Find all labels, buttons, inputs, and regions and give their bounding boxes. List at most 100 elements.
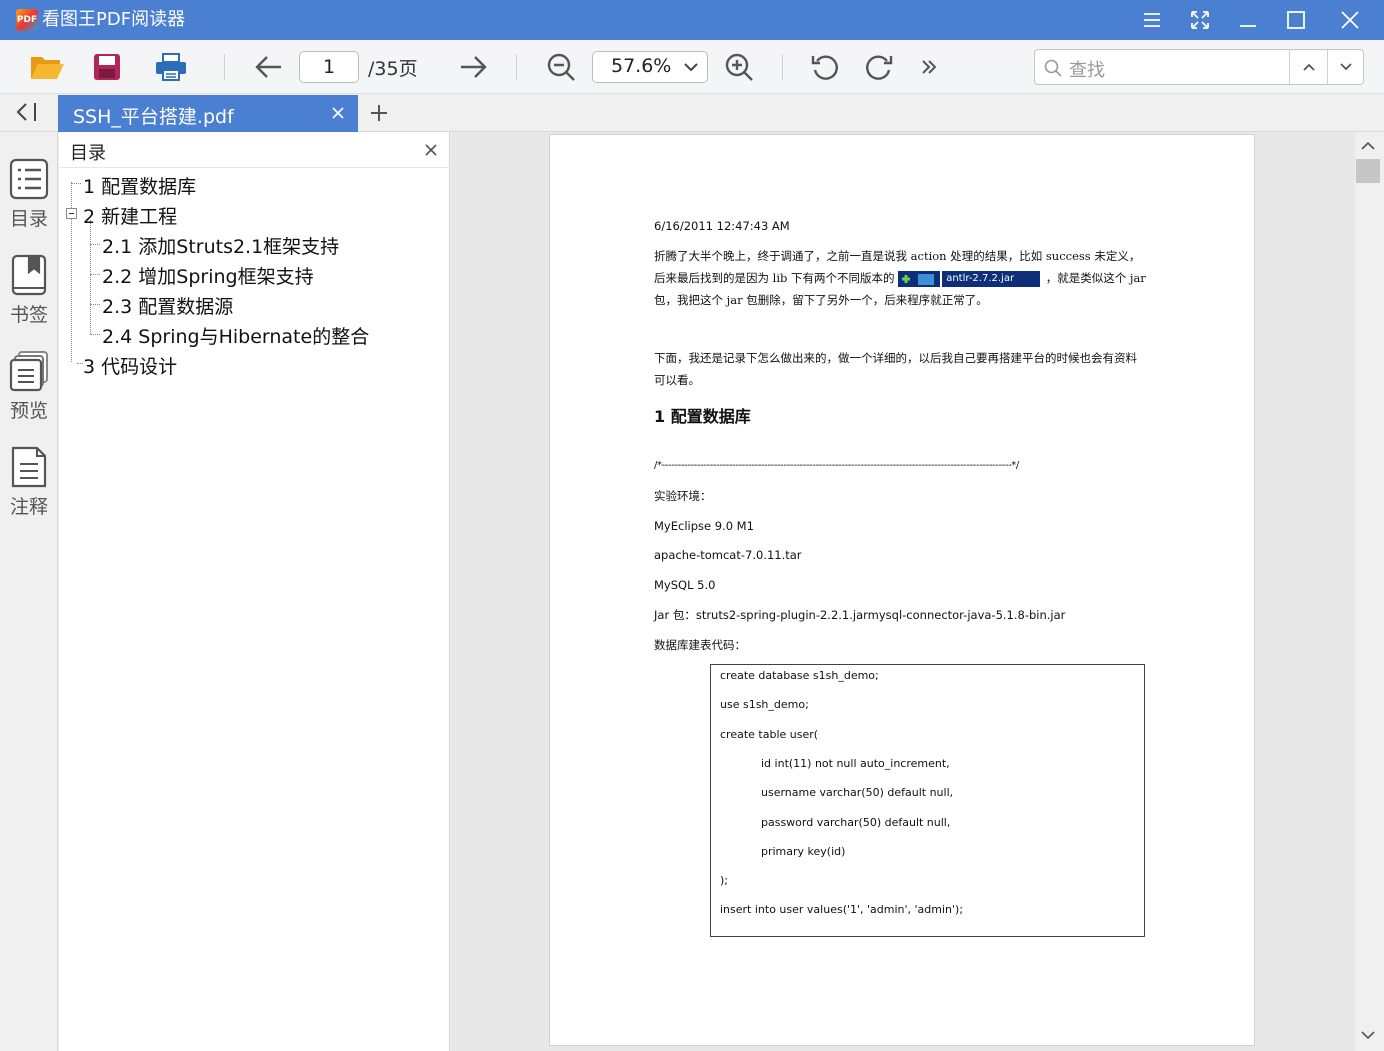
zoom-select[interactable]: 57.6% xyxy=(592,51,708,83)
toc-panel: 目录 1 配置数据库 2 新建工程 2.1 添加Struts2.1框架支持 2.… xyxy=(59,132,450,1051)
code-line: create table user( xyxy=(720,728,819,741)
close-icon xyxy=(1341,11,1359,29)
zoom-in-button[interactable] xyxy=(722,50,756,84)
preview-icon xyxy=(9,351,48,392)
fullscreen-button[interactable] xyxy=(1176,0,1224,40)
toc-item[interactable]: 2.4 Spring与Hibernate的整合 xyxy=(102,322,369,349)
search-field[interactable]: 查找 xyxy=(1034,49,1364,85)
sidebar-rail: 目录 书签 预览 注释 xyxy=(0,132,58,1051)
minimize-button[interactable] xyxy=(1224,0,1272,40)
zoom-in-icon xyxy=(725,53,753,81)
sidebar-item-label: 预览 xyxy=(9,400,48,422)
scrollbar-thumb[interactable] xyxy=(1356,159,1380,183)
code-line: create database s1sh_demo; xyxy=(720,669,879,682)
search-previous-button[interactable] xyxy=(1290,50,1327,84)
toc-item[interactable]: 2.3 配置数据源 xyxy=(102,292,233,319)
open-file-button[interactable] xyxy=(28,50,66,84)
code-line: username varchar(50) default null, xyxy=(761,786,954,799)
document-timestamp: 6/16/2011 12:47:43 AM xyxy=(654,219,790,233)
save-icon xyxy=(94,54,120,80)
code-line: primary key(id) xyxy=(761,845,846,858)
toc-item[interactable]: 3 代码设计 xyxy=(83,352,177,379)
app-title: 看图王PDF阅读器 xyxy=(42,9,186,30)
chevron-up-icon xyxy=(1302,63,1315,71)
zoom-out-icon xyxy=(547,53,575,81)
arrow-left-icon xyxy=(255,56,281,78)
sidebar-item-preview[interactable]: 预览 xyxy=(0,350,58,430)
tree-line xyxy=(90,244,100,245)
env-label: 实验环境： xyxy=(654,489,712,503)
more-tools-button[interactable] xyxy=(916,50,942,84)
jar-file-icon xyxy=(898,271,941,287)
section-heading: 1 配置数据库 xyxy=(654,407,751,426)
code-line: insert into user values('1', 'admin', 'a… xyxy=(720,903,964,916)
menu-button[interactable] xyxy=(1128,0,1176,40)
tree-line xyxy=(90,220,91,334)
close-window-button[interactable] xyxy=(1326,0,1374,40)
tab-bar: SSH_平台搭建.pdf xyxy=(0,95,1384,132)
print-button[interactable] xyxy=(152,50,190,84)
toc-item[interactable]: 2 新建工程 xyxy=(83,202,177,229)
code-line: use s1sh_demo; xyxy=(720,698,809,711)
vertical-scrollbar[interactable] xyxy=(1355,132,1384,1051)
code-line: ); xyxy=(720,874,728,887)
document-viewer[interactable]: 6/16/2011 12:47:43 AM 折腾了大半个晚上，终于调通了，之前一… xyxy=(451,132,1355,1051)
maximize-button[interactable] xyxy=(1272,0,1320,40)
code-block: create database s1sh_demo; use s1sh_demo… xyxy=(710,664,1145,937)
pdf-page: 6/16/2011 12:47:43 AM 折腾了大半个晚上，终于调通了，之前一… xyxy=(549,134,1255,1046)
rotate-left-icon xyxy=(811,55,838,80)
tab-label: SSH_平台搭建.pdf xyxy=(73,106,234,128)
chevron-down-icon xyxy=(684,63,698,72)
document-paragraph: 折腾了大半个晚上，终于调通了，之前一直是说我 action 处理的结果，比如 s… xyxy=(654,245,1148,311)
maximize-icon xyxy=(1287,11,1305,29)
toc-icon xyxy=(9,158,49,200)
sidebar-item-label: 目录 xyxy=(9,208,48,230)
code-label: 数据库建表代码： xyxy=(654,638,746,652)
toc-header: 目录 xyxy=(59,132,450,168)
collapse-left-icon xyxy=(16,103,36,121)
sidebar-item-annotations[interactable]: 注释 xyxy=(0,446,58,526)
rotate-left-button[interactable] xyxy=(808,50,842,84)
toc-item[interactable]: 2.1 添加Struts2.1框架支持 xyxy=(102,232,339,259)
save-button[interactable] xyxy=(89,50,125,84)
env-item: MyEclipse 9.0 M1 xyxy=(654,519,754,533)
main-toolbar: 1 /35页 57.6% 查找 xyxy=(0,40,1384,94)
sidebar-item-bookmarks[interactable]: 书签 xyxy=(0,254,58,334)
toolbar-separator xyxy=(224,54,225,80)
previous-page-button[interactable] xyxy=(252,50,286,84)
plus-icon xyxy=(371,105,387,121)
tree-line xyxy=(90,274,100,275)
double-chevron-right-icon xyxy=(922,60,937,74)
chevron-down-icon xyxy=(1339,63,1352,71)
tab-document[interactable]: SSH_平台搭建.pdf xyxy=(58,95,358,132)
tree-line xyxy=(90,304,100,305)
title-bar: PDF 看图王PDF阅读器 xyxy=(0,0,1384,40)
collapse-sidebar-button[interactable] xyxy=(14,101,44,125)
search-placeholder: 查找 xyxy=(1069,60,1105,81)
tree-collapse-toggle[interactable] xyxy=(66,208,77,219)
sidebar-item-label: 注释 xyxy=(9,496,48,518)
code-line: password varchar(50) default null, xyxy=(761,816,951,829)
close-icon[interactable] xyxy=(330,105,346,121)
scroll-down-icon[interactable] xyxy=(1360,1030,1376,1040)
tree-line xyxy=(90,334,100,335)
new-tab-button[interactable] xyxy=(368,102,390,124)
toc-item[interactable]: 1 配置数据库 xyxy=(83,172,196,199)
next-page-button[interactable] xyxy=(456,50,490,84)
rotate-right-button[interactable] xyxy=(862,50,896,84)
annotation-icon xyxy=(11,446,47,488)
app-logo: PDF xyxy=(16,9,38,31)
scroll-up-icon[interactable] xyxy=(1360,141,1376,151)
page-number-input[interactable]: 1 xyxy=(299,51,359,83)
close-icon[interactable] xyxy=(424,143,438,157)
env-item: apache-tomcat-7.0.11.tar xyxy=(654,548,802,562)
bookmark-icon xyxy=(11,254,47,296)
minimize-icon xyxy=(1240,25,1256,27)
zoom-out-button[interactable] xyxy=(544,50,578,84)
printer-icon xyxy=(156,53,186,81)
toc-item[interactable]: 2.2 增加Spring框架支持 xyxy=(102,262,314,289)
document-paragraph: 下面，我还是记录下怎么做出来的，做一个详细的，以后我自己要再搭建平台的时候也会有… xyxy=(654,351,1137,387)
sidebar-item-toc[interactable]: 目录 xyxy=(0,158,58,238)
search-next-button[interactable] xyxy=(1327,50,1364,84)
fullscreen-icon xyxy=(1191,11,1209,29)
